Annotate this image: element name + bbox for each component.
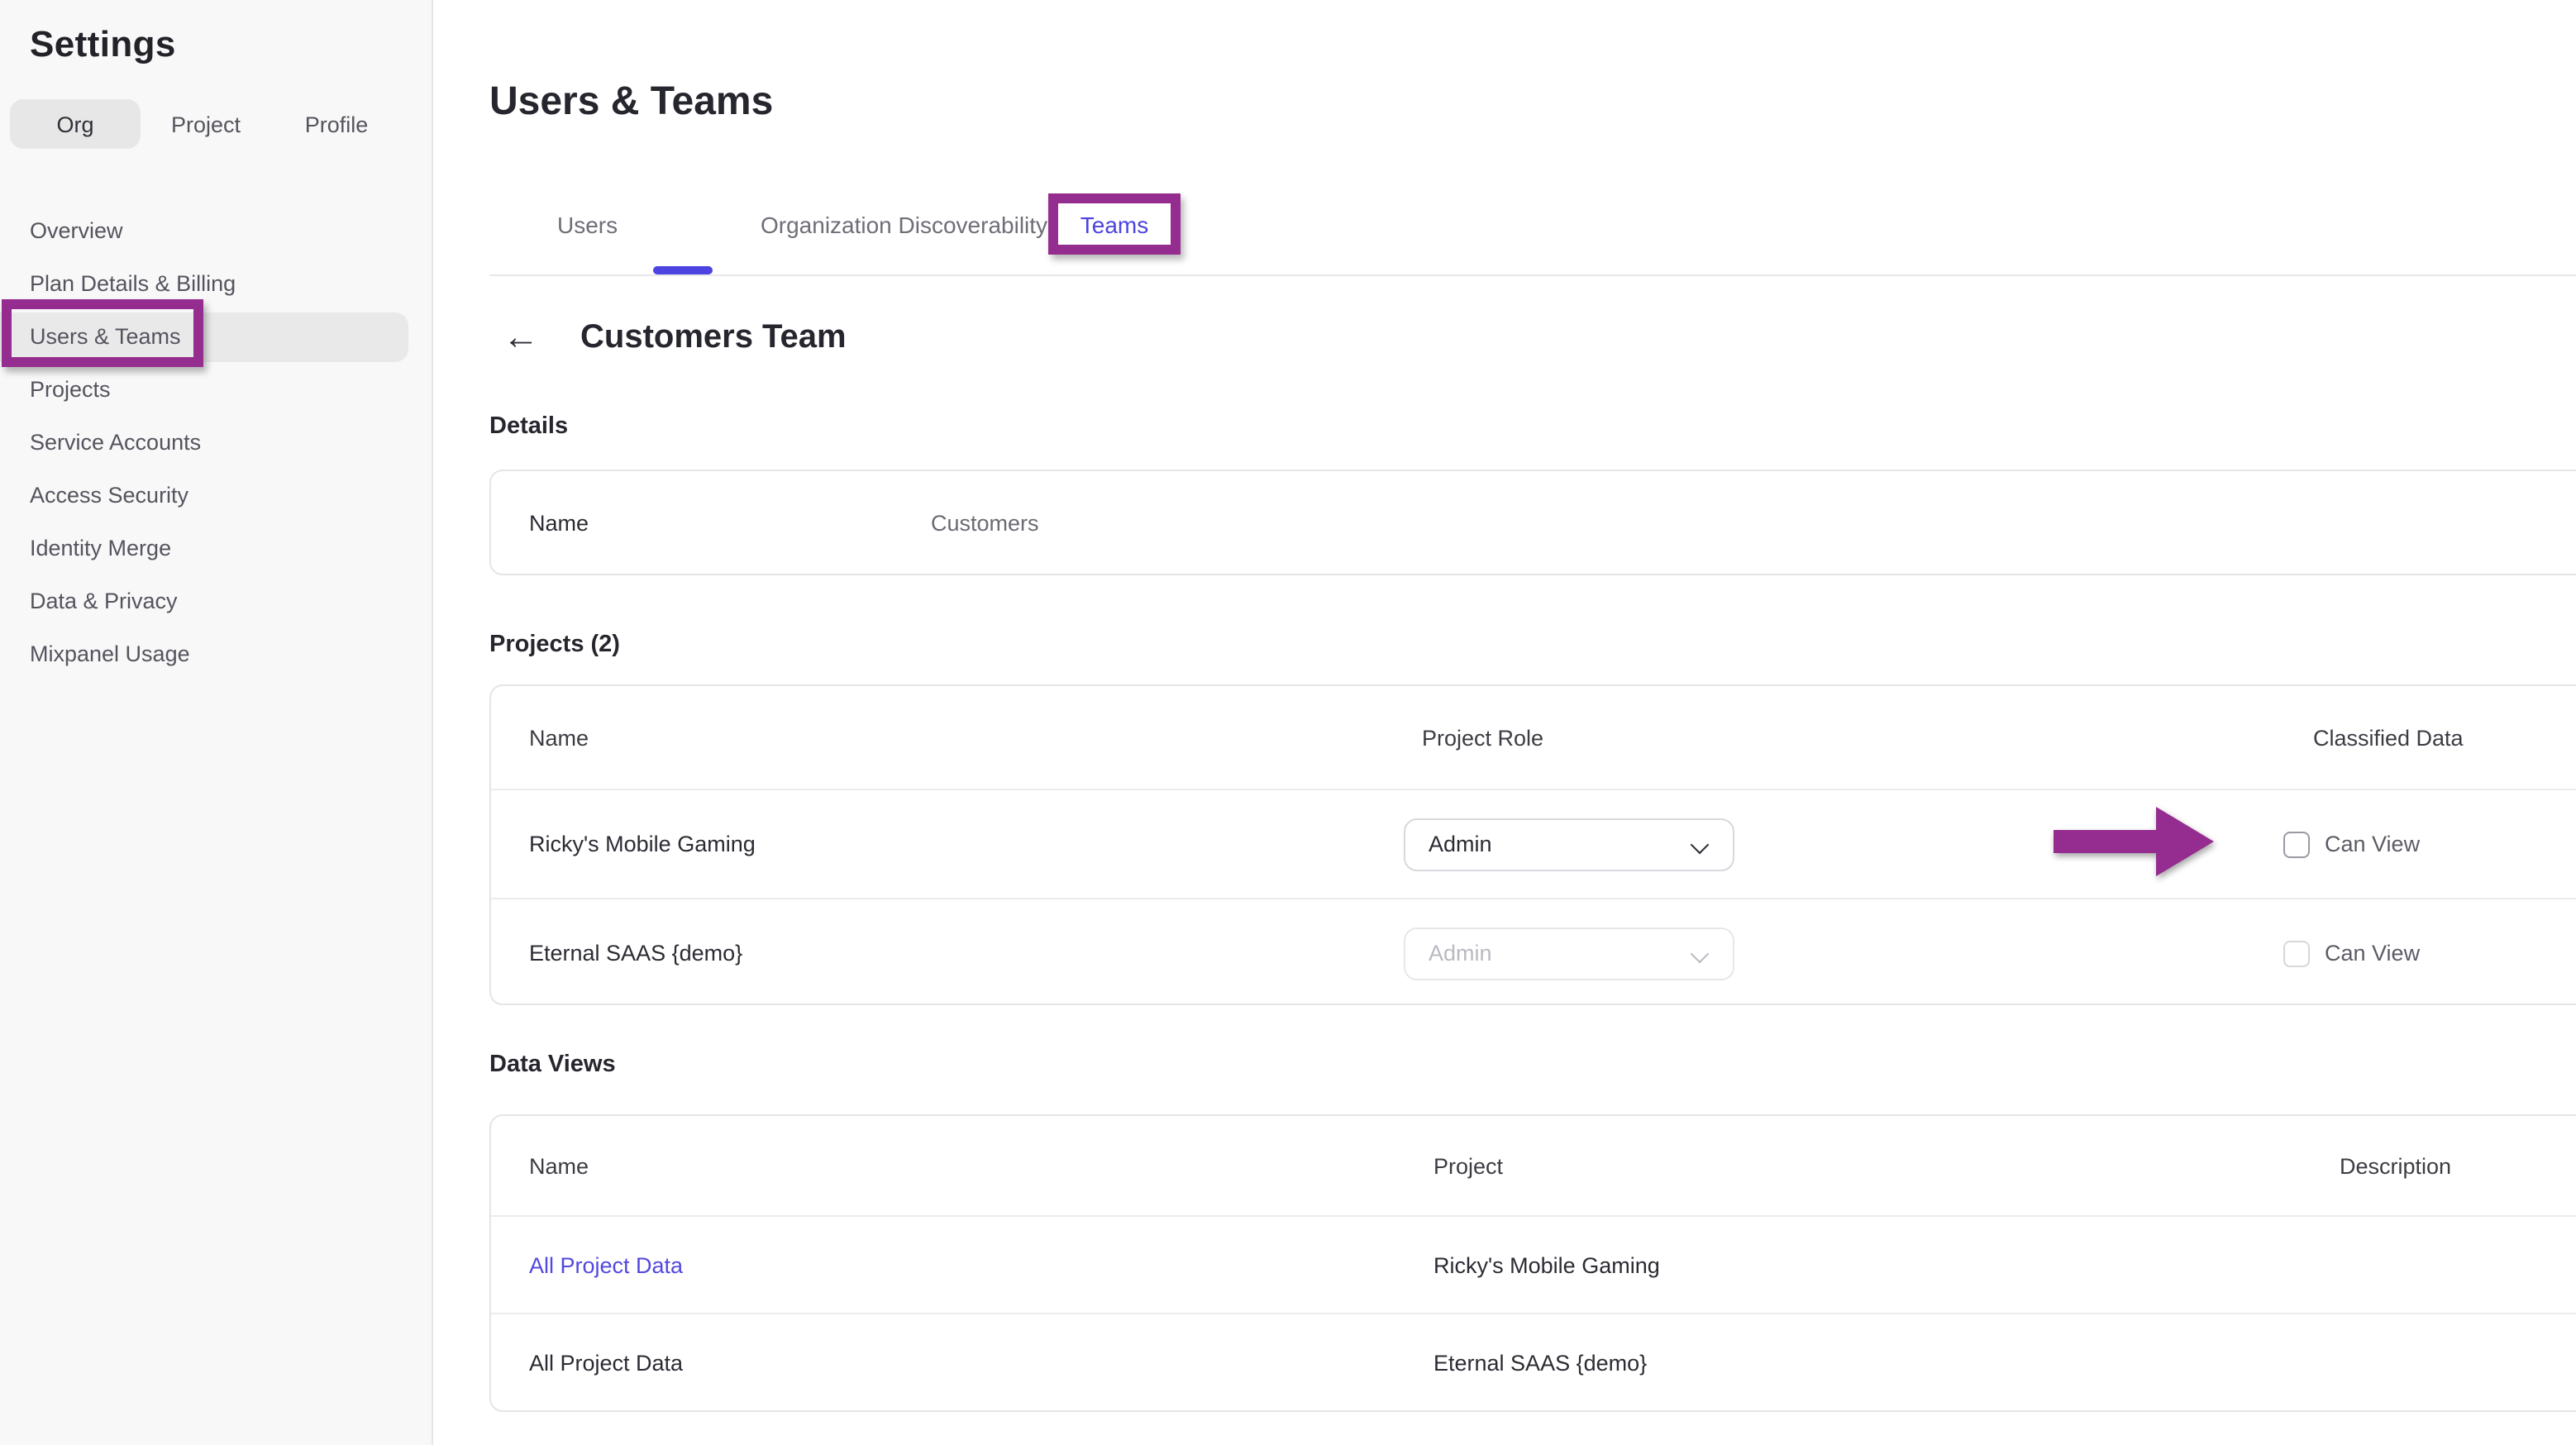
table-row-project-ricky: Ricky's Mobile Gaming Admin Can View (491, 789, 2576, 898)
details-card: Name Customers (489, 470, 2576, 575)
projects-table: Name Project Role Classified Data Ricky'… (489, 684, 2576, 1005)
details-name-label: Name (491, 510, 931, 535)
table-row-data-view-eternal: All Project Data Eternal SAAS {demo} (491, 1313, 2576, 1410)
data-views-table: Name Project Description All Project Dat… (489, 1114, 2576, 1412)
column-header-project-role: Project Role (1404, 725, 2277, 750)
can-view-label: Can View (2325, 832, 2420, 856)
data-view-project: Eternal SAAS {demo} (1404, 1350, 2310, 1375)
data-views-heading: Data Views (489, 1052, 616, 1078)
column-header-name: Name (491, 1153, 1404, 1178)
scope-tab-project[interactable]: Project (141, 99, 271, 149)
column-header-classified-data: Classified Data (2277, 725, 2576, 750)
sidebar-nav: Overview Plan Details & Billing Users & … (0, 205, 433, 681)
classified-data-cell: Can View (2277, 831, 2576, 857)
chevron-down-icon (1691, 835, 1710, 854)
table-row-data-view-ricky: All Project Data Ricky's Mobile Gaming (491, 1215, 2576, 1313)
tab-users[interactable]: Users (557, 212, 618, 238)
sidebar-item-mixpanel-usage[interactable]: Mixpanel Usage (0, 628, 433, 681)
sidebar-item-plan-details-billing[interactable]: Plan Details & Billing (0, 258, 433, 311)
details-name-value: Customers (931, 510, 1039, 535)
data-view-name: All Project Data (491, 1350, 1404, 1375)
projects-heading: Projects (2) (489, 632, 620, 658)
project-role-value: Admin (1429, 832, 1492, 856)
tab-teams[interactable]: Teams (1080, 211, 1148, 237)
project-role-dropdown[interactable]: Admin (1404, 818, 1734, 870)
sidebar-item-identity-merge[interactable]: Identity Merge (0, 522, 433, 575)
data-view-name-link[interactable]: All Project Data (491, 1252, 1404, 1277)
table-row-project-eternal: Eternal SAAS {demo} Admin Can View (491, 898, 2576, 1007)
column-header-description: Description (2310, 1153, 2576, 1178)
tabs-divider (489, 274, 2576, 276)
project-role-dropdown-disabled: Admin (1404, 927, 1734, 980)
sidebar-item-access-security[interactable]: Access Security (0, 470, 433, 522)
settings-page: Settings Org Project Profile Overview Pl… (0, 0, 2576, 1445)
can-view-checkbox[interactable] (2283, 831, 2310, 857)
sidebar-item-service-accounts[interactable]: Service Accounts (0, 417, 433, 470)
chevron-down-icon (1691, 944, 1710, 963)
active-tab-indicator (653, 266, 713, 274)
sidebar-title: Settings (30, 23, 176, 66)
project-name: Eternal SAAS {demo} (491, 941, 1404, 966)
main-content: Users & Teams Users Teams Organization D… (433, 0, 2576, 1445)
back-arrow-icon[interactable]: ← (503, 316, 539, 359)
sidebar-item-projects[interactable]: Projects (0, 364, 433, 417)
scope-tab-profile[interactable]: Profile (271, 99, 402, 149)
settings-sidebar: Settings Org Project Profile Overview Pl… (0, 0, 433, 1445)
data-views-table-header: Name Project Description (491, 1116, 2576, 1215)
column-header-project: Project (1404, 1153, 2310, 1178)
sidebar-item-overview[interactable]: Overview (0, 205, 433, 258)
sidebar-item-users-teams[interactable]: Users & Teams (0, 311, 433, 364)
project-role-value: Admin (1429, 941, 1492, 966)
can-view-checkbox[interactable] (2283, 940, 2310, 966)
team-title: Customers Team (580, 318, 847, 356)
annotation-box-teams: Teams (1048, 193, 1181, 255)
data-view-project: Ricky's Mobile Gaming (1404, 1252, 2310, 1277)
project-name: Ricky's Mobile Gaming (491, 832, 1404, 856)
tab-organization-discoverability[interactable]: Organization Discoverability (761, 212, 1047, 238)
can-view-label: Can View (2325, 941, 2420, 966)
column-header-name: Name (491, 725, 1404, 750)
details-heading: Details (489, 413, 568, 440)
team-header: ← Customers Team (503, 316, 847, 359)
page-title: Users & Teams (489, 79, 773, 126)
classified-data-cell: Can View (2277, 940, 2576, 966)
scope-tab-org[interactable]: Org (10, 99, 141, 149)
settings-scope-tabs: Org Project Profile (10, 99, 402, 149)
sidebar-item-data-privacy[interactable]: Data & Privacy (0, 575, 433, 628)
annotation-arrow-icon (2054, 805, 2216, 878)
projects-table-header: Name Project Role Classified Data (491, 686, 2576, 789)
